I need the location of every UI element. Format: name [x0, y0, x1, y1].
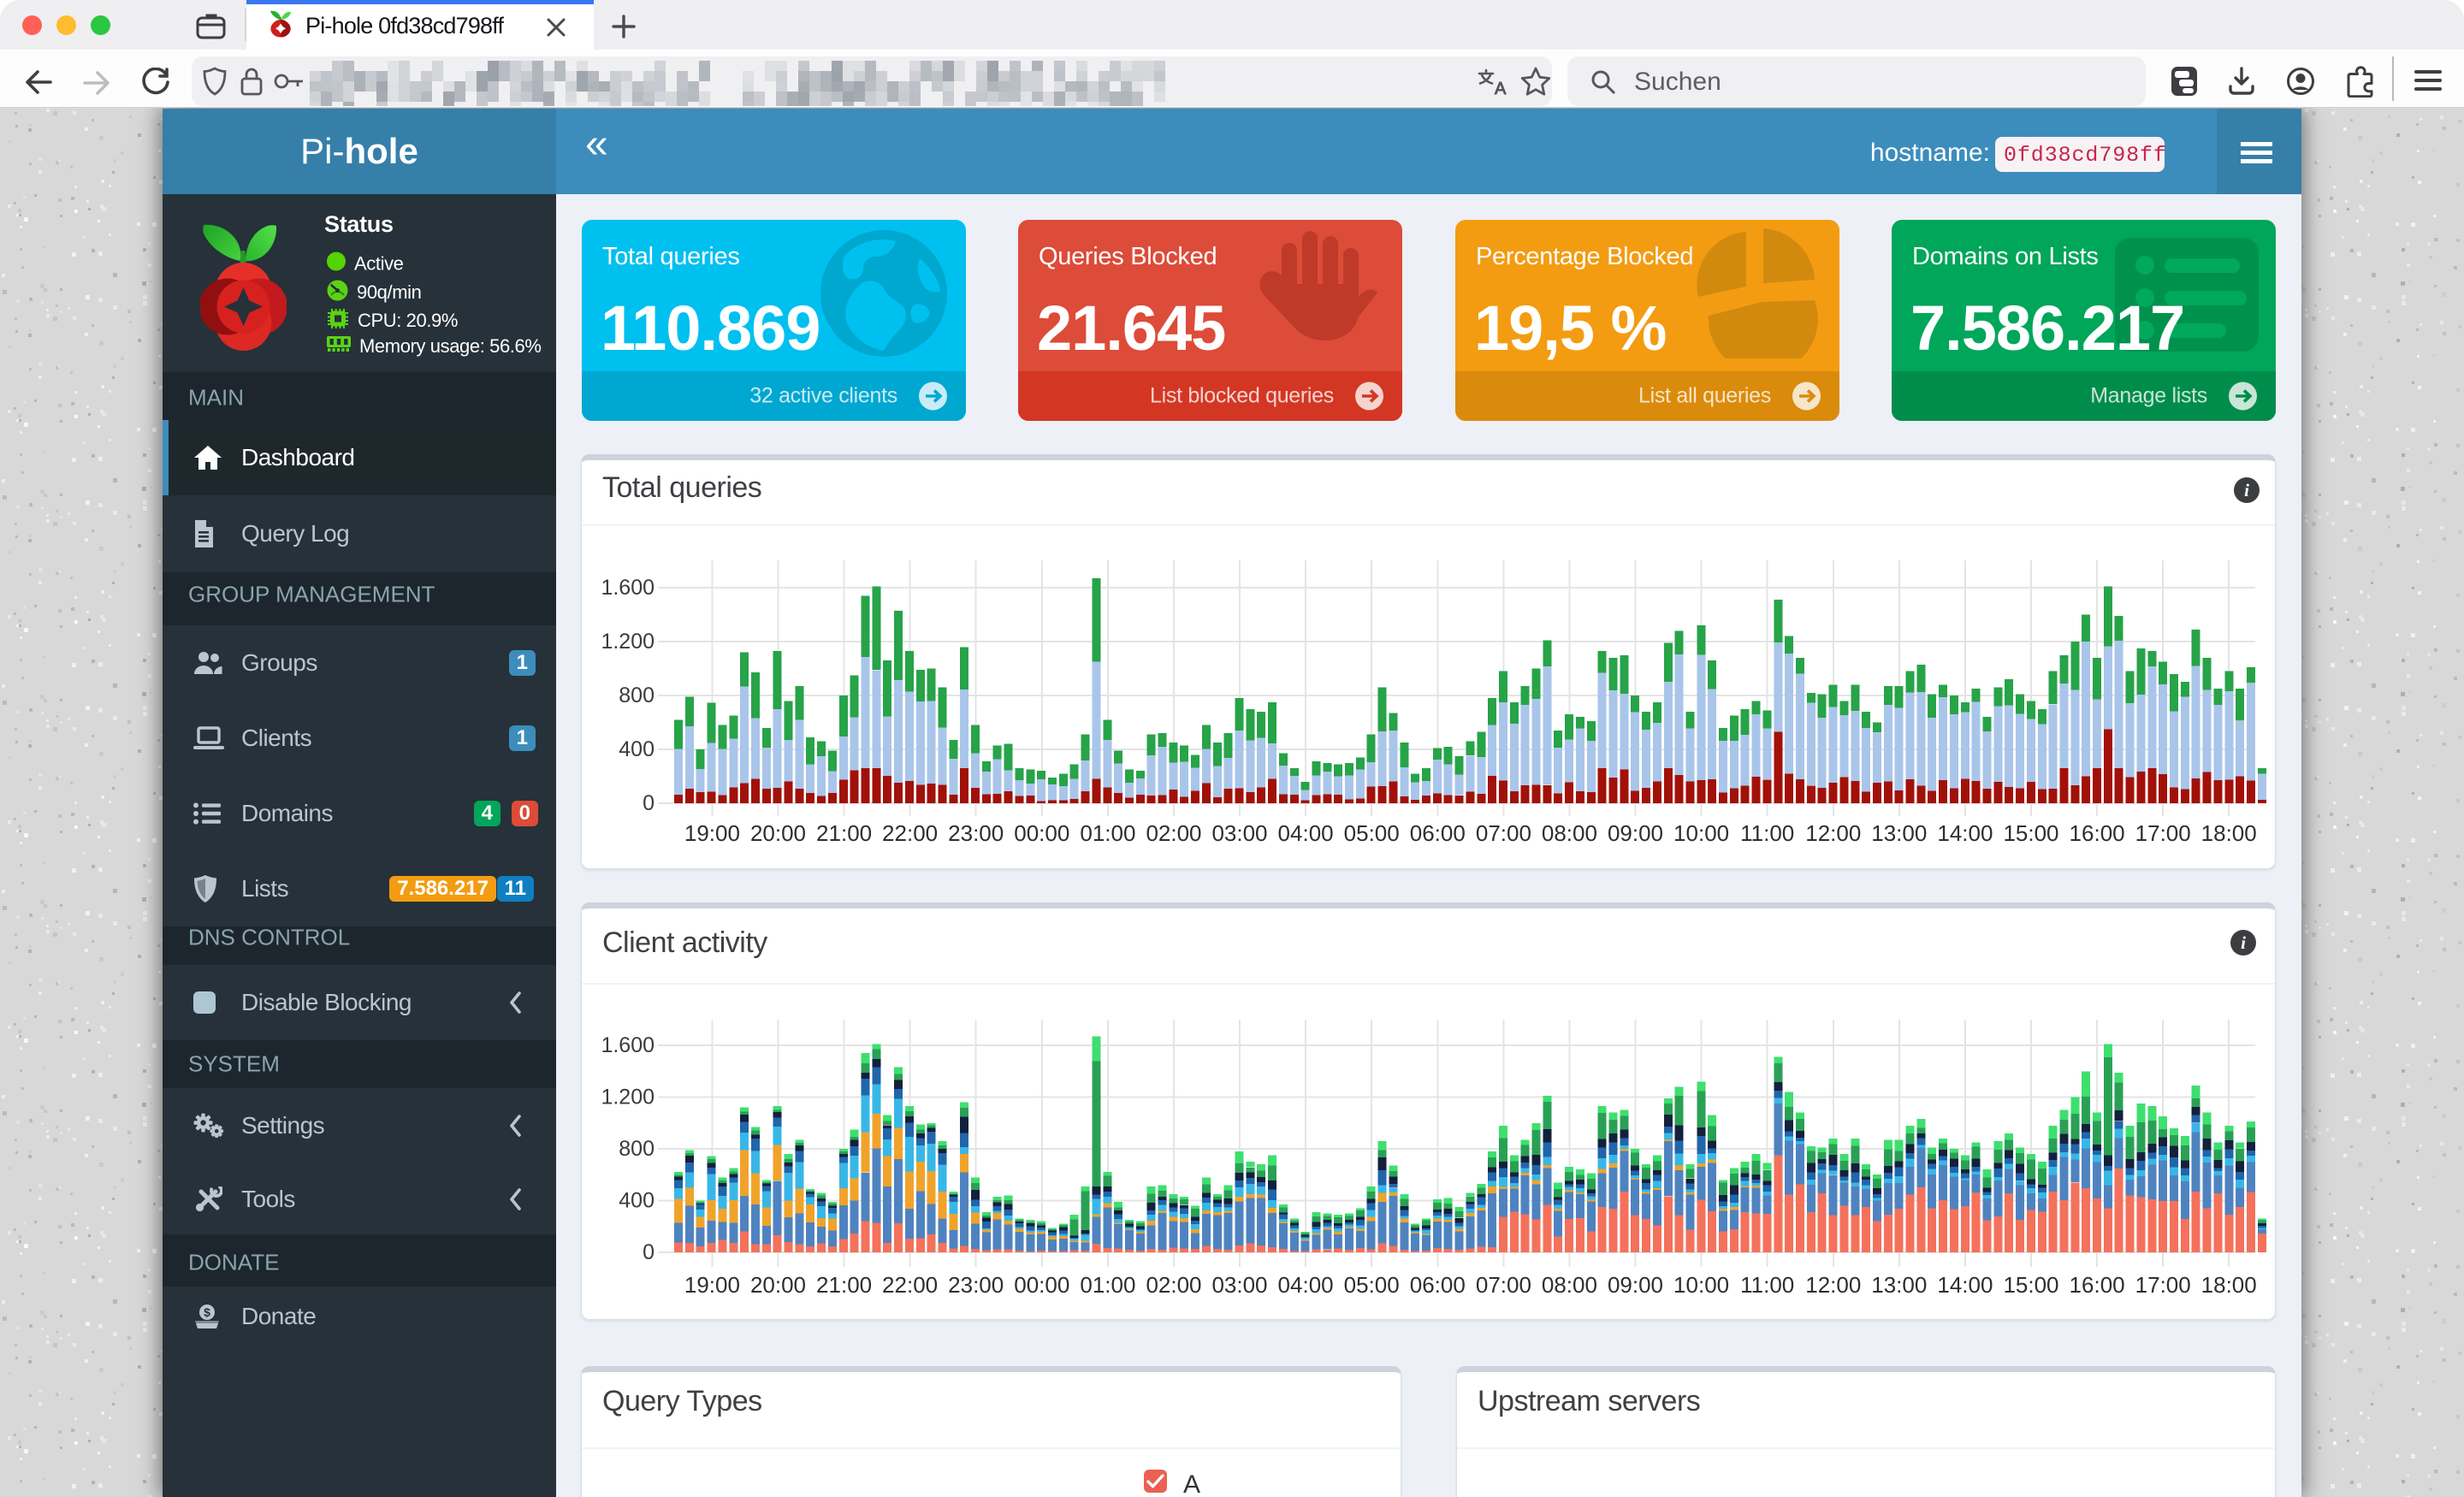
svg-text:05:00: 05:00: [1344, 820, 1400, 846]
svg-text:04:00: 04:00: [1278, 1272, 1334, 1298]
svg-text:13:00: 13:00: [1871, 820, 1927, 846]
svg-text:21:00: 21:00: [816, 820, 872, 846]
svg-text:04:00: 04:00: [1278, 820, 1334, 846]
svg-text:01:00: 01:00: [1080, 1272, 1135, 1298]
svg-text:20:00: 20:00: [750, 820, 806, 846]
svg-text:07:00: 07:00: [1476, 1272, 1531, 1298]
svg-text:23:00: 23:00: [948, 1272, 1004, 1298]
svg-text:02:00: 02:00: [1146, 1272, 1201, 1298]
svg-text:00:00: 00:00: [1014, 1272, 1069, 1298]
svg-text:00:00: 00:00: [1014, 820, 1069, 846]
svg-text:01:00: 01:00: [1080, 820, 1135, 846]
svg-text:14:00: 14:00: [1937, 820, 1993, 846]
svg-text:20:00: 20:00: [750, 1272, 806, 1298]
svg-text:05:00: 05:00: [1344, 1272, 1400, 1298]
svg-text:14:00: 14:00: [1937, 1272, 1993, 1298]
svg-text:A: A: [1495, 80, 1507, 98]
svg-text:18:00: 18:00: [2201, 820, 2257, 846]
svg-text:16:00: 16:00: [2070, 1272, 2125, 1298]
svg-text:10:00: 10:00: [1673, 820, 1729, 846]
svg-text:09:00: 09:00: [1608, 820, 1663, 846]
svg-text:0: 0: [643, 1240, 654, 1264]
svg-text:02:00: 02:00: [1146, 820, 1201, 846]
svg-text:08:00: 08:00: [1542, 820, 1597, 846]
svg-text:15:00: 15:00: [2003, 820, 2058, 846]
svg-text:17:00: 17:00: [2135, 1272, 2191, 1298]
svg-text:16:00: 16:00: [2070, 820, 2125, 846]
svg-text:800: 800: [619, 1137, 654, 1161]
svg-text:17:00: 17:00: [2135, 820, 2191, 846]
svg-text:15:00: 15:00: [2003, 1272, 2058, 1298]
svg-text:800: 800: [619, 683, 654, 707]
svg-text:06:00: 06:00: [1410, 820, 1466, 846]
svg-text:400: 400: [619, 737, 654, 761]
svg-text:19:00: 19:00: [684, 820, 740, 846]
svg-text:1.600: 1.600: [601, 576, 654, 600]
svg-text:03:00: 03:00: [1211, 1272, 1267, 1298]
svg-text:23:00: 23:00: [948, 820, 1004, 846]
svg-text:10:00: 10:00: [1673, 1272, 1729, 1298]
svg-text:12:00: 12:00: [1805, 820, 1861, 846]
svg-text:19:00: 19:00: [684, 1272, 740, 1298]
svg-text:13:00: 13:00: [1871, 1272, 1927, 1298]
svg-text:11:00: 11:00: [1740, 820, 1794, 846]
svg-text:07:00: 07:00: [1476, 820, 1531, 846]
svg-text:08:00: 08:00: [1542, 1272, 1597, 1298]
svg-text:18:00: 18:00: [2201, 1272, 2257, 1298]
svg-text:12:00: 12:00: [1805, 1272, 1861, 1298]
svg-text:400: 400: [619, 1189, 654, 1213]
svg-text:03:00: 03:00: [1211, 820, 1267, 846]
svg-text:1.600: 1.600: [601, 1033, 654, 1057]
svg-text:11:00: 11:00: [1740, 1272, 1794, 1298]
svg-text:21:00: 21:00: [816, 1272, 872, 1298]
svg-text:22:00: 22:00: [882, 1272, 938, 1298]
svg-text:1.200: 1.200: [601, 1086, 654, 1109]
svg-text:1.200: 1.200: [601, 630, 654, 654]
svg-text:0: 0: [643, 791, 654, 815]
svg-text:06:00: 06:00: [1410, 1272, 1466, 1298]
svg-text:22:00: 22:00: [882, 820, 938, 846]
svg-text:09:00: 09:00: [1608, 1272, 1663, 1298]
